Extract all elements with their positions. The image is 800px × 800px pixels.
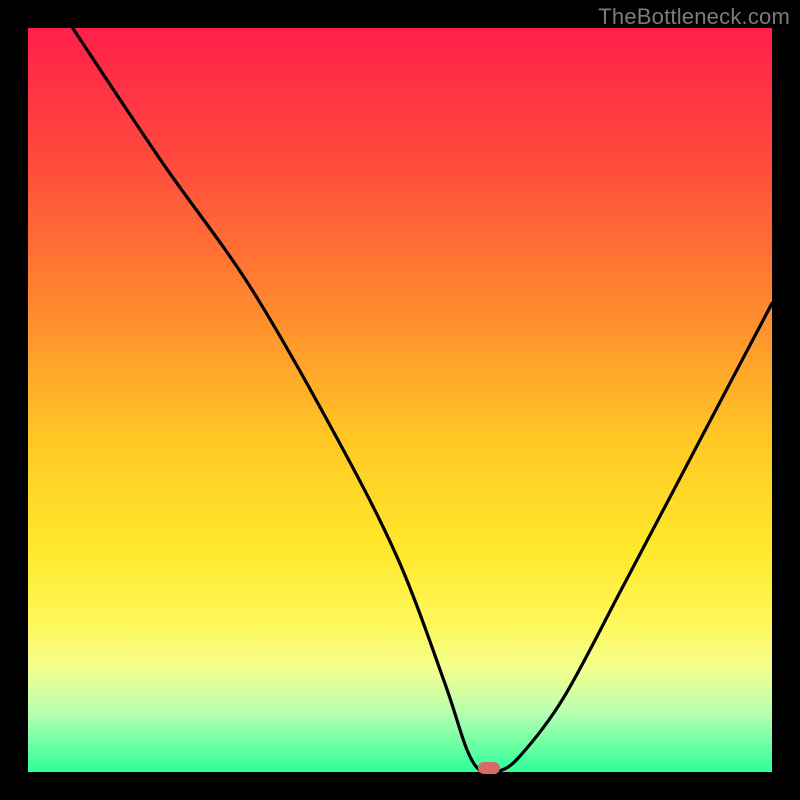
attribution-text: TheBottleneck.com bbox=[598, 4, 790, 30]
chart-frame: TheBottleneck.com bbox=[0, 0, 800, 800]
bottleneck-curve bbox=[28, 28, 772, 772]
minimum-marker bbox=[478, 762, 500, 774]
plot-area bbox=[28, 28, 772, 772]
